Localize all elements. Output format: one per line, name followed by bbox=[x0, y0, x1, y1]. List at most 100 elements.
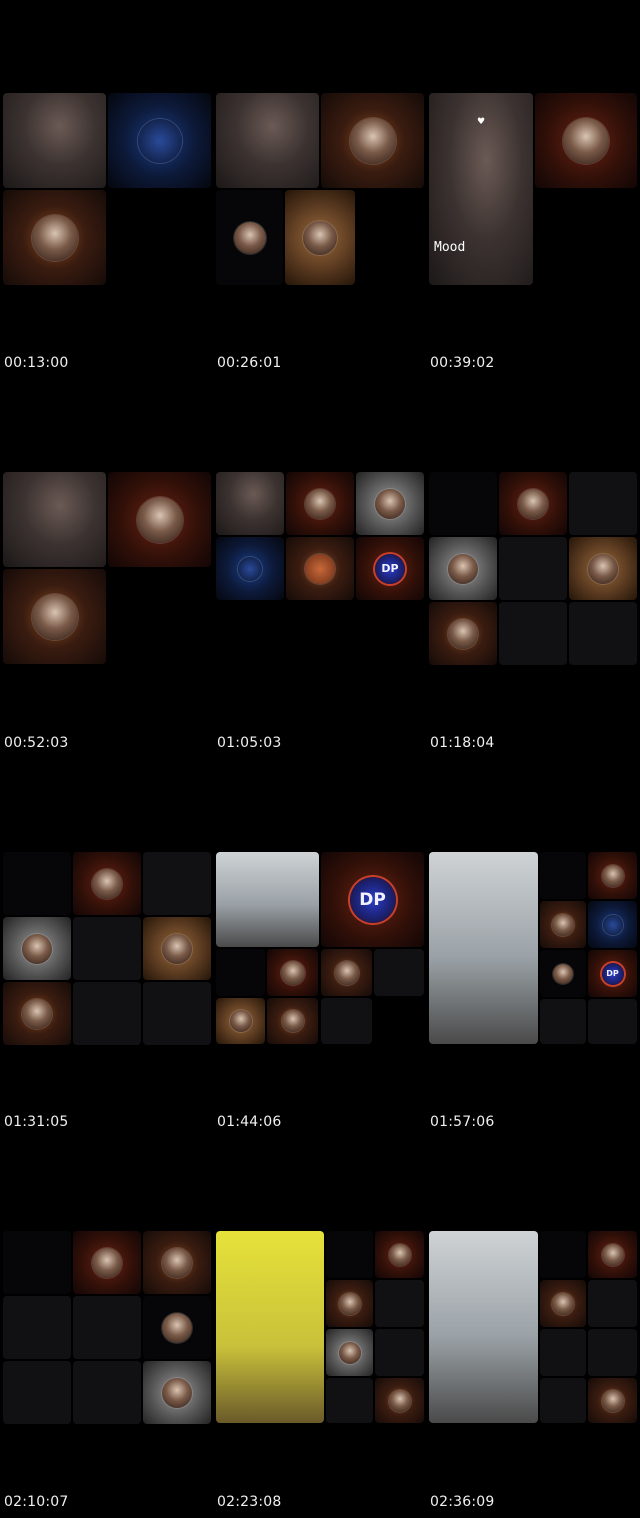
avatar bbox=[305, 488, 335, 519]
participant-tile bbox=[588, 999, 637, 1044]
avatar bbox=[601, 1389, 624, 1412]
participant-video bbox=[429, 852, 538, 1044]
participant-tile bbox=[588, 1231, 637, 1278]
participant-tile bbox=[73, 917, 141, 980]
participant-tile bbox=[3, 190, 106, 285]
avatar bbox=[601, 1243, 624, 1266]
participant-tile bbox=[588, 852, 637, 899]
participant-tile bbox=[569, 602, 637, 665]
dp-logo-icon: DP bbox=[601, 962, 624, 985]
avatar bbox=[601, 864, 624, 887]
participant-tile bbox=[73, 1231, 141, 1294]
participant-tile bbox=[285, 190, 355, 285]
participant-tile bbox=[73, 982, 141, 1045]
avatar bbox=[92, 1247, 122, 1278]
participant-tile bbox=[216, 190, 283, 285]
participant-tile bbox=[540, 1378, 586, 1423]
participant-tile bbox=[3, 1296, 71, 1359]
participant-tile bbox=[143, 917, 211, 980]
avatar bbox=[303, 220, 337, 255]
participant-video bbox=[216, 472, 284, 535]
avatar bbox=[31, 214, 78, 261]
timestamp: 01:57:06 bbox=[430, 1114, 495, 1130]
participant-tile bbox=[540, 1231, 586, 1278]
thumbnail-00-26-01[interactable] bbox=[216, 93, 424, 285]
participant-tile bbox=[216, 949, 265, 996]
avatar bbox=[588, 553, 618, 584]
participant-tile bbox=[143, 1231, 211, 1294]
avatar bbox=[22, 933, 52, 964]
avatar bbox=[338, 1341, 361, 1364]
participant-tile bbox=[326, 1378, 373, 1423]
participant-video bbox=[216, 93, 319, 188]
participant-tile bbox=[588, 1329, 637, 1376]
participant-tile bbox=[569, 537, 637, 600]
thumbnail-01-18-04[interactable] bbox=[429, 472, 637, 665]
thumbnail-00-13-00[interactable] bbox=[3, 93, 211, 285]
thumbnail-01-31-05[interactable] bbox=[3, 852, 211, 1045]
participant-video bbox=[3, 472, 106, 567]
participant-tile bbox=[3, 852, 71, 915]
thumbnail-00-52-03[interactable] bbox=[3, 472, 211, 664]
participant-tile bbox=[356, 472, 424, 535]
participant-tile bbox=[429, 602, 497, 665]
timestamp: 00:26:01 bbox=[217, 355, 282, 371]
timestamp: 01:05:03 bbox=[217, 735, 282, 751]
participant-tile bbox=[540, 901, 586, 948]
timestamp: 00:52:03 bbox=[4, 735, 69, 751]
participant-tile bbox=[540, 852, 586, 899]
avatar bbox=[388, 1389, 411, 1412]
participant-video bbox=[3, 93, 106, 188]
avatar bbox=[602, 914, 623, 935]
avatar bbox=[31, 593, 78, 640]
participant-tile bbox=[3, 917, 71, 980]
participant-tile bbox=[3, 569, 106, 664]
overlay-text: Mood bbox=[434, 240, 466, 255]
thumbnail-00-39-02[interactable]: ♥ Mood bbox=[429, 93, 637, 285]
thumbnail-01-44-06[interactable]: DP bbox=[216, 852, 424, 1044]
participant-tile bbox=[374, 949, 424, 996]
avatar bbox=[448, 553, 478, 584]
avatar bbox=[162, 1312, 192, 1343]
participant-tile bbox=[143, 1361, 211, 1424]
participant-video bbox=[216, 852, 319, 947]
participant-tile bbox=[326, 1329, 373, 1376]
avatar bbox=[92, 868, 122, 899]
participant-tile bbox=[3, 1231, 71, 1294]
timestamp: 02:10:07 bbox=[4, 1494, 69, 1510]
avatar bbox=[229, 1010, 252, 1032]
participant-tile bbox=[429, 537, 497, 600]
timestamp: 01:44:06 bbox=[217, 1114, 282, 1130]
timestamp: 00:13:00 bbox=[4, 355, 69, 371]
participant-tile bbox=[216, 998, 265, 1044]
dp-logo-icon: DP bbox=[375, 553, 405, 584]
participant-tile bbox=[73, 852, 141, 915]
participant-tile bbox=[375, 1329, 424, 1376]
participant-tile bbox=[286, 472, 354, 535]
participant-tile bbox=[321, 93, 424, 188]
timestamp: 01:18:04 bbox=[430, 735, 495, 751]
participant-tile bbox=[326, 1280, 373, 1327]
avatar bbox=[552, 913, 574, 936]
participant-tile bbox=[267, 949, 318, 996]
avatar bbox=[233, 221, 266, 254]
avatar bbox=[448, 618, 478, 649]
avatar bbox=[137, 118, 182, 163]
participant-video bbox=[216, 1231, 324, 1423]
heart-icon: ♥ bbox=[477, 117, 486, 127]
thumbnail-02-23-08[interactable] bbox=[216, 1231, 424, 1423]
participant-tile: DP bbox=[588, 950, 637, 997]
thumbnail-01-05-03[interactable]: DP bbox=[216, 472, 424, 664]
avatar bbox=[136, 496, 183, 543]
participant-tile bbox=[108, 472, 211, 567]
thumbnail-02-36-09[interactable] bbox=[429, 1231, 637, 1423]
avatar bbox=[338, 1292, 361, 1315]
participant-tile bbox=[326, 1231, 373, 1278]
thumbnail-02-10-07[interactable] bbox=[3, 1231, 211, 1424]
thumbnail-01-57-06[interactable]: DP bbox=[429, 852, 637, 1044]
avatar bbox=[349, 117, 396, 164]
avatar bbox=[281, 1010, 304, 1032]
avatar bbox=[305, 553, 335, 584]
participant-tile bbox=[540, 950, 586, 997]
participant-tile bbox=[499, 537, 567, 600]
